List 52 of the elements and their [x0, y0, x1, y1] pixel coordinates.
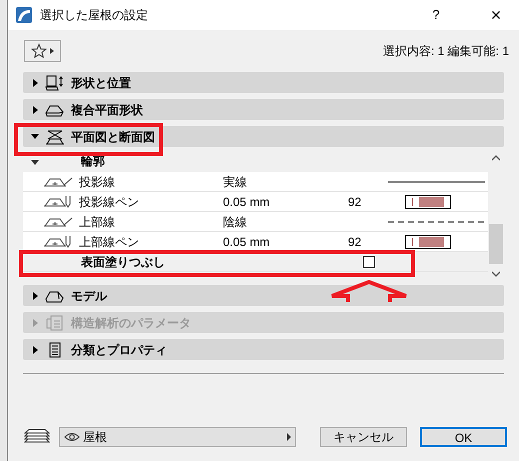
- expand-arrow-icon[interactable]: [31, 160, 39, 165]
- caret-right-icon: [32, 78, 38, 86]
- table-icon: [45, 314, 65, 330]
- selection-info: 選択内容: 1 編集可能: 1: [382, 43, 509, 60]
- roof-line-icon: [44, 175, 73, 188]
- section-header[interactable]: 複合平面形状: [23, 99, 504, 120]
- row-label: 表面塗りつぶし: [81, 254, 166, 270]
- app-icon: [16, 7, 32, 23]
- section-header[interactable]: モデル: [23, 285, 504, 306]
- checkbox[interactable]: [363, 256, 375, 268]
- section-header[interactable]: 形状と位置: [23, 72, 504, 93]
- group-label: 輪郭: [81, 153, 105, 170]
- row-value: 陰線: [223, 214, 248, 230]
- roof-line-icon: [44, 215, 73, 228]
- row-label: 上部線: [79, 214, 116, 230]
- caret-down-icon: [31, 134, 39, 139]
- star-icon: [31, 43, 47, 59]
- row-value: 0.05 mm: [223, 194, 271, 210]
- caret-icon: [50, 48, 54, 54]
- ok-button[interactable]: OK: [420, 427, 507, 447]
- caret-right-icon: [32, 318, 38, 326]
- caret-right-icon: [32, 292, 38, 300]
- scroll-up-icon[interactable]: [492, 155, 500, 161]
- window-title: 選択した屋根の設定: [40, 7, 148, 24]
- section-header[interactable]: 平面図と断面図: [23, 126, 504, 147]
- caret-icon: [287, 433, 291, 441]
- layer-dropdown[interactable]: 屋根: [59, 427, 296, 447]
- row-label: 上部線ペン: [79, 234, 140, 250]
- scroll-thumb[interactable]: [489, 224, 503, 264]
- roof-pen-icon: [44, 195, 73, 208]
- caret-right-icon: [32, 346, 38, 354]
- eye-icon: [64, 432, 80, 442]
- row-value: 0.05 mm: [223, 234, 271, 250]
- favorites-button[interactable]: [24, 40, 61, 62]
- roof-pen-icon: [44, 235, 73, 248]
- section-header: 構造解析のパラメータ: [23, 312, 504, 333]
- layers-icon[interactable]: [24, 429, 50, 445]
- pen-swatch[interactable]: [405, 234, 451, 248]
- row-label: 投影線: [79, 174, 116, 190]
- row-label: 投影線ペン: [79, 194, 140, 210]
- monitor-icon: [45, 74, 65, 90]
- scroll-down-icon[interactable]: [492, 271, 500, 277]
- caret-right-icon: [32, 106, 38, 114]
- pen-number: 92: [348, 194, 362, 210]
- help-button[interactable]: ?: [421, 5, 451, 25]
- section-header[interactable]: 分類とプロパティ: [23, 339, 504, 360]
- pen-swatch[interactable]: [405, 194, 451, 208]
- pen-number: 92: [348, 234, 362, 250]
- plan-section-icon: [45, 128, 65, 144]
- close-button[interactable]: ×: [481, 6, 511, 24]
- cancel-button[interactable]: キャンセル: [320, 427, 407, 447]
- row-value: 実線: [223, 174, 248, 190]
